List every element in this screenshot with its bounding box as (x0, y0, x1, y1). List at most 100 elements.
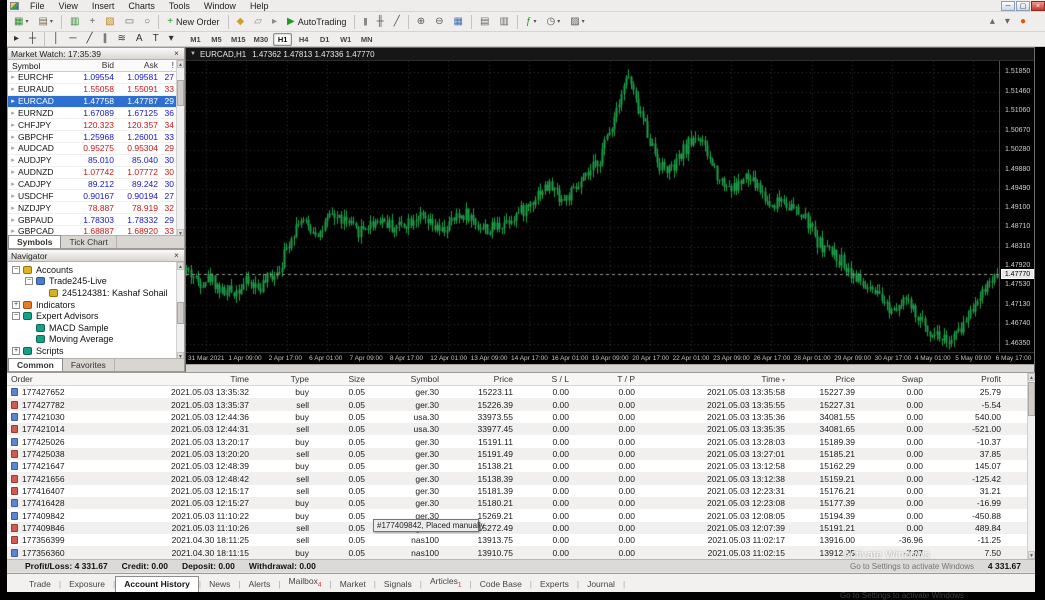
chart-shift-button[interactable]: ▱ (250, 14, 266, 30)
navigator-tab-common[interactable]: Common (8, 358, 63, 371)
price-chart[interactable] (186, 61, 999, 352)
autoscroll-button[interactable]: ▸ (268, 14, 281, 30)
maximize-button[interactable]: ▢ (1016, 0, 1030, 11)
tab-trade[interactable]: Trade (21, 577, 59, 592)
navigator-item[interactable]: + Indicators (10, 299, 184, 311)
chart-plot-area[interactable] (186, 61, 999, 352)
autotrading-button[interactable]: ▶ AutoTrading (283, 14, 350, 30)
tab-articles[interactable]: Articles1 (422, 574, 470, 592)
history-col-1[interactable]: Time (107, 374, 255, 384)
line-chart-button[interactable]: ╱ (390, 14, 404, 30)
table-row[interactable]: 177427652 2021.05.03 13:35:32 buy 0.05 ger.3… (7, 386, 1035, 398)
navigator-item[interactable]: − Expert Advisors (10, 310, 184, 322)
navigator-item[interactable]: − Trade245-Live (10, 276, 184, 288)
table-row[interactable]: 177421647 2021.05.03 12:48:39 buy 0.05 ger.3… (7, 460, 1035, 472)
price-scale[interactable]: 1.51850 1.51460 1.51060 1.50670 1.50280 1.498… (999, 61, 1034, 352)
shapes-button[interactable]: ▾ (165, 31, 178, 47)
navigator-item[interactable]: 245124381: Kashaf Sohail (10, 287, 184, 299)
navigator-item[interactable]: + Scripts (10, 345, 184, 357)
market-watch-row[interactable]: ▸ AUDCAD 0.95275 0.95304 29 (8, 143, 184, 155)
market-watch-row[interactable]: ▸ GBPCHF 1.25968 1.26001 33 (8, 131, 184, 144)
table-row[interactable]: 177421030 2021.05.03 12:44:36 buy 0.05 usa.3… (7, 411, 1035, 423)
minimize-button[interactable]: ─ (1001, 0, 1015, 11)
tab-exposure[interactable]: Exposure (61, 577, 113, 592)
horizontal-line-button[interactable]: ─ (65, 31, 80, 47)
table-row[interactable]: 177427782 2021.05.03 13:35:37 sell 0.05 ger.… (7, 398, 1035, 411)
metaeditor-button[interactable]: ◆ (233, 14, 249, 30)
market-watch-button[interactable]: ▥ (66, 14, 83, 30)
navigator-item[interactable]: MACD Sample (10, 322, 184, 334)
scroll-up-icon[interactable]: ▲ (1028, 373, 1035, 381)
tab-signals[interactable]: Signals (376, 577, 420, 592)
close-icon[interactable]: × (172, 251, 181, 260)
indicators-button[interactable]: ƒ ▾ (522, 14, 541, 30)
profiles-button[interactable]: ▤ ▾ (34, 14, 56, 30)
data-window-button[interactable]: + (85, 14, 99, 30)
scroll-up-icon[interactable]: ▲ (177, 60, 184, 68)
tab-market[interactable]: Market (332, 577, 374, 592)
menu-item-charts[interactable]: Charts (121, 0, 162, 12)
fibonacci-button[interactable]: ≋ (114, 31, 130, 47)
collapse-icon[interactable]: − (12, 265, 20, 274)
market-watch-row[interactable]: ▸ EURAUD 1.55058 1.55091 33 (8, 84, 184, 96)
collapse-icon[interactable]: − (25, 277, 33, 286)
navigator-tab-favorites[interactable]: Favorites (63, 359, 115, 371)
table-row[interactable]: 177421656 2021.05.03 12:48:42 sell 0.05 ger.… (7, 472, 1035, 485)
history-col-7[interactable]: T / P (575, 374, 641, 384)
timeframe-mn[interactable]: MN (357, 33, 376, 46)
tab-experts[interactable]: Experts (532, 577, 577, 592)
zoom-in-button[interactable]: ⊕ (413, 14, 429, 30)
menu-item-insert[interactable]: Insert (85, 0, 122, 12)
table-row[interactable]: 177409842 2021.05.03 11:10:22 buy 0.05 ger.3… (7, 509, 1035, 521)
periods-button[interactable]: ◷ ▾ (542, 14, 564, 30)
table-row[interactable]: 177416428 2021.05.03 12:15:27 buy 0.05 ger.3… (7, 497, 1035, 510)
time-scale[interactable]: 31 Mar 2021 1 Apr 09:00 2 Apr 17:00 6 Apr 0… (186, 352, 1034, 364)
expand-icon[interactable]: + (12, 300, 20, 309)
market-watch-row[interactable]: ▸ USDCHF 0.90167 0.90194 27 (8, 190, 184, 203)
timeframe-w1[interactable]: W1 (336, 33, 355, 46)
close-button[interactable]: × (1031, 0, 1045, 11)
history-col-6[interactable]: S / L (519, 374, 575, 384)
scrollbar-thumb[interactable] (177, 302, 184, 324)
scroll-down-icon[interactable]: ▼ (1028, 551, 1035, 559)
cascade-button[interactable]: ▤ (476, 14, 493, 30)
history-col-4[interactable]: Symbol (371, 374, 445, 384)
templates-button[interactable]: ▨ ▾ (566, 14, 588, 30)
navigator-scrollbar[interactable]: ▲ ▼ (176, 262, 184, 360)
candlestick-chart-button[interactable]: ╫ (373, 14, 388, 30)
bar-chart-button[interactable]: ||| (359, 14, 370, 30)
timeframe-d1[interactable]: D1 (315, 33, 334, 46)
table-row[interactable]: 177416407 2021.05.03 12:15:17 sell 0.05 ger.… (7, 485, 1035, 497)
market-watch-row[interactable]: ▸ NZDJPY 78.887 78.919 32 (8, 202, 184, 215)
trendline-button[interactable]: ╱ (82, 31, 96, 47)
vertical-line-button[interactable]: │ (49, 31, 63, 47)
tab-code-base[interactable]: Code Base (472, 577, 530, 592)
scrollbar-thumb[interactable] (1028, 382, 1035, 416)
history-col-8[interactable]: Time ▾ (641, 374, 791, 384)
history-col-3[interactable]: Size (315, 374, 371, 384)
history-col-2[interactable]: Type (255, 374, 315, 384)
navigator-button[interactable]: ▧ (101, 14, 118, 30)
market-watch-row[interactable]: ▸ AUDJPY 85.010 85.040 30 (8, 155, 184, 167)
text-button[interactable]: A (132, 31, 147, 47)
market-watch-row[interactable]: ▸ GBPAUD 1.78303 1.78332 29 (8, 214, 184, 226)
market-watch-row[interactable]: ▸ CADJPY 89.212 89.242 30 (8, 179, 184, 191)
history-col-9[interactable]: Price (791, 374, 861, 384)
history-col-0[interactable]: Order (7, 374, 107, 384)
table-row[interactable]: 177421014 2021.05.03 12:44:31 sell 0.05 usa.… (7, 423, 1035, 436)
new-chart-button[interactable]: ▦ ▾ (10, 14, 32, 30)
table-row[interactable]: 177356399 2021.04.30 18:11:25 sell 0.05 nas1… (7, 534, 1035, 546)
zoom-out-button[interactable]: ⊖ (431, 14, 447, 30)
cursor-button[interactable]: ▸ (10, 31, 23, 47)
timeframe-m1[interactable]: M1 (186, 33, 205, 46)
history-col-11[interactable]: Profit (929, 374, 1007, 384)
tile-horizontal-button[interactable]: ▥ (495, 14, 512, 30)
menu-item-tools[interactable]: Tools (162, 0, 197, 12)
menu-item-view[interactable]: View (52, 0, 85, 12)
expand-icon[interactable]: + (12, 346, 20, 355)
market-watch-col-1[interactable]: Bid (70, 60, 114, 71)
close-icon[interactable]: × (172, 49, 181, 58)
table-row[interactable]: 1774098462021.05.03 11:10:26sell0.05ger.… (7, 521, 1035, 535)
table-row[interactable]: 177425026 2021.05.03 13:20:17 buy 0.05 ger.3… (7, 435, 1035, 447)
tile-windows-button[interactable]: ▦ (450, 14, 467, 30)
